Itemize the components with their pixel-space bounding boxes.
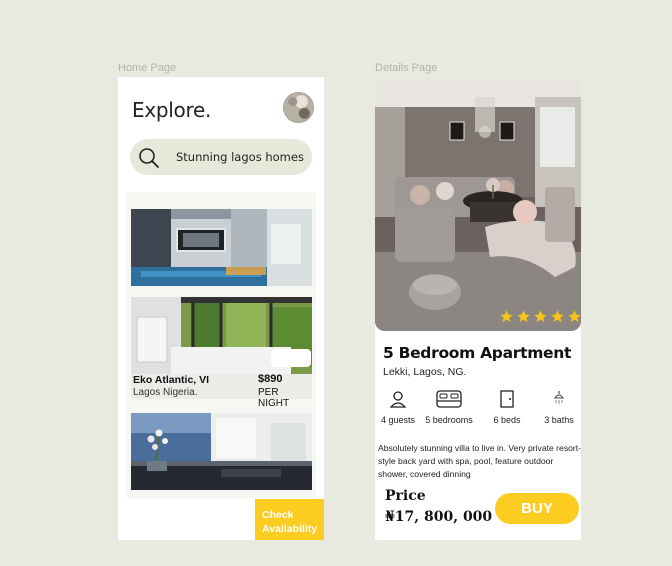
listing-image-house-exterior[interactable] [131, 209, 312, 286]
user-icon [389, 391, 407, 408]
shower-icon [553, 391, 565, 404]
amenity-label: 6 beds [493, 415, 521, 425]
star-icon [551, 310, 564, 323]
amenity-label: 5 bedrooms [425, 415, 473, 425]
page-title: Explore. [132, 98, 212, 122]
amenity-label: 4 guests [380, 415, 416, 425]
property-title: 5 Bedroom Apartment [383, 344, 572, 362]
home-page-frame-label: Home Page [118, 62, 177, 74]
home-page: Explore. Stunning lagos homes Eko Atlant… [118, 77, 324, 540]
amenity-beds: 6 beds [489, 390, 525, 425]
hero-image-living-room [375, 77, 581, 331]
star-icon [517, 310, 530, 323]
listing-location: Lagos Nigeria. [133, 387, 198, 398]
amenity-guests: 4 guests [378, 390, 418, 425]
search-bar[interactable]: Stunning lagos homes [130, 139, 312, 175]
rating-stars [499, 309, 581, 324]
door-icon [500, 390, 514, 408]
avatar[interactable] [283, 92, 314, 123]
price-value: ₦17, 800, 000 [385, 509, 493, 525]
amenity-baths: 3 baths [541, 390, 577, 425]
details-page-frame-label: Details Page [375, 62, 438, 74]
listing-info[interactable]: Eko Atlantic, VI Lagos Nigeria. $890 PER… [131, 373, 312, 409]
listing-price-unit: PER NIGHT [258, 387, 290, 409]
listing-image-kitchen[interactable] [131, 413, 312, 490]
amenity-bedrooms: 5 bedrooms [419, 390, 479, 425]
star-icon [534, 310, 547, 323]
listing-name: Eko Atlantic, VI [133, 374, 210, 386]
star-icon [568, 310, 581, 323]
check-availability-button[interactable]: Check Availability [255, 499, 324, 540]
property-location: Lekki, Lagos, NG. [383, 366, 467, 378]
listing-image-bathroom[interactable] [131, 297, 312, 374]
bed-icon [436, 390, 462, 408]
listing-feed: Eko Atlantic, VI Lagos Nigeria. $890 PER… [126, 192, 316, 498]
star-icon [500, 310, 513, 323]
amenity-label: 3 baths [544, 415, 574, 425]
property-description: Absolutely stunning villa to live in. Ve… [378, 443, 581, 479]
listing-price: $890 [258, 373, 283, 385]
search-input[interactable]: Stunning lagos homes [176, 150, 304, 164]
details-page: 5 Bedroom Apartment Lekki, Lagos, NG. 4 … [375, 77, 581, 540]
buy-button[interactable]: BUY [495, 493, 579, 524]
search-icon[interactable] [138, 147, 160, 169]
price-label: Price [385, 488, 426, 504]
